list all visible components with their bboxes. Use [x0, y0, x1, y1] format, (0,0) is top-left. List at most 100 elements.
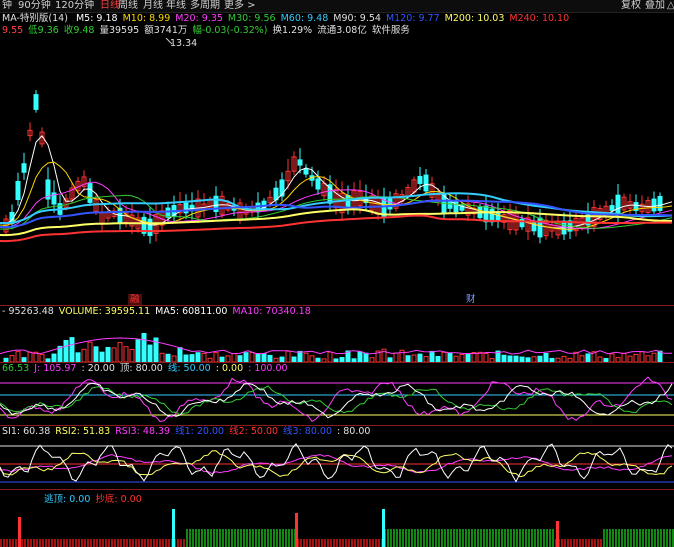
escape-chart[interactable] — [0, 506, 674, 547]
escape-bar — [75, 539, 77, 547]
escape-bar — [300, 539, 302, 547]
escape-bar — [102, 539, 104, 547]
volume-bar — [183, 354, 189, 362]
escape-bar — [9, 539, 11, 547]
escape-bar — [72, 539, 74, 547]
escape-value-1: 抄底: 0.00 — [95, 494, 142, 505]
signal-spike — [556, 521, 559, 547]
escape-bar — [315, 539, 317, 547]
candle-body — [657, 196, 663, 211]
ma-value-4: M60: 9.48 — [280, 13, 329, 24]
kdj-value-4: 线: 50.00 — [167, 363, 211, 374]
period-tab-0[interactable]: 钟 — [2, 0, 12, 12]
escape-bar — [516, 529, 518, 547]
ma-indicator-name[interactable]: MA-特别版(14) — [2, 13, 68, 24]
candle-body — [345, 195, 351, 208]
escape-bar — [408, 529, 410, 547]
volume-bar — [255, 353, 261, 362]
volume-bar — [417, 353, 423, 362]
escape-bar — [552, 529, 554, 547]
escape-bar — [645, 529, 647, 547]
escape-bar — [429, 529, 431, 547]
candlestick-chart[interactable] — [0, 38, 674, 294]
rsi-legend-row: SI1: 60.38 RSI2: 51.83 RSI3: 48.39 线1: 20.0… — [2, 426, 375, 438]
escape-bar — [618, 529, 620, 547]
escape-bar — [30, 539, 32, 547]
signal-spike — [172, 509, 175, 547]
period-tab-2[interactable]: 120分钟 — [55, 0, 94, 12]
kdj-chart[interactable] — [0, 375, 674, 425]
candle-body — [315, 178, 321, 190]
escape-bar — [219, 529, 221, 547]
escape-bar — [36, 539, 38, 547]
ma-legend-row: MA-特别版(14) M5: 9.18 M10: 8.99 M20: 9.35 M30… — [2, 13, 574, 25]
ma-value-0: M5: 9.18 — [75, 13, 118, 24]
period-tab-4[interactable]: 周线 — [118, 0, 138, 12]
volume-bar — [399, 349, 405, 362]
signal-spike — [382, 509, 385, 547]
price-info-6: 换1.29% — [272, 25, 313, 36]
candle-body — [447, 201, 453, 209]
escape-bar — [579, 539, 581, 547]
rsi1-line — [0, 442, 673, 483]
escape-bar — [474, 529, 476, 547]
escape-bar — [348, 539, 350, 547]
signal-spike — [295, 513, 298, 547]
volume-chart[interactable] — [0, 318, 674, 362]
collapse-icon[interactable]: △ — [667, 0, 674, 12]
escape-bar — [486, 529, 488, 547]
volume-bar — [81, 348, 87, 362]
volume-bar — [285, 350, 291, 362]
volume-bar — [105, 346, 111, 362]
escape-bar — [201, 529, 203, 547]
escape-bar — [222, 529, 224, 547]
escape-bar — [582, 539, 584, 547]
escape-bar — [660, 529, 662, 547]
escape-bar — [621, 529, 623, 547]
escape-bar — [483, 529, 485, 547]
escape-bar — [363, 539, 365, 547]
volume-bar — [303, 352, 309, 362]
escape-bar — [63, 539, 65, 547]
escape-bar — [444, 529, 446, 547]
escape-bar — [450, 529, 452, 547]
escape-bar — [279, 529, 281, 547]
period-tab-5[interactable]: 月线 — [143, 0, 163, 12]
escape-bar — [78, 539, 80, 547]
escape-bar — [612, 529, 614, 547]
escape-bar — [585, 539, 587, 547]
escape-bar — [441, 529, 443, 547]
toolbar-right-0[interactable]: 复权 — [621, 0, 641, 12]
volume-bar — [327, 351, 333, 362]
escape-bar — [270, 529, 272, 547]
candle-body — [531, 220, 537, 232]
escape-bar — [591, 539, 593, 547]
volume-bar — [585, 353, 591, 362]
escape-bar — [639, 529, 641, 547]
escape-bar — [360, 539, 362, 547]
volume-bar — [633, 353, 639, 362]
escape-bar — [276, 529, 278, 547]
period-tab-1[interactable]: 90分钟 — [18, 0, 51, 12]
escape-bar — [369, 539, 371, 547]
toolbar-right-1[interactable]: 叠加 — [645, 0, 665, 12]
escape-bar — [642, 529, 644, 547]
price-info-3: 量39595 — [99, 25, 140, 36]
volume-bar — [165, 353, 171, 362]
escape-bar — [567, 539, 569, 547]
period-tab-6[interactable]: 年线 — [166, 0, 186, 12]
signal-spike — [18, 517, 21, 547]
period-tab-7[interactable]: 多周期 — [190, 0, 220, 12]
escape-bar — [471, 529, 473, 547]
candle-body — [453, 200, 459, 213]
escape-bar — [357, 539, 359, 547]
rsi-chart[interactable] — [0, 438, 674, 488]
escape-bar — [252, 529, 254, 547]
volume-bar — [411, 354, 417, 362]
escape-bar — [462, 529, 464, 547]
escape-bar — [426, 529, 428, 547]
rsi-value-2: RSI3: 48.39 — [115, 426, 171, 437]
period-tab-3[interactable]: 日线 — [100, 0, 120, 12]
volume-bar — [201, 352, 207, 362]
period-tab-8[interactable]: 更多 > — [224, 0, 256, 12]
